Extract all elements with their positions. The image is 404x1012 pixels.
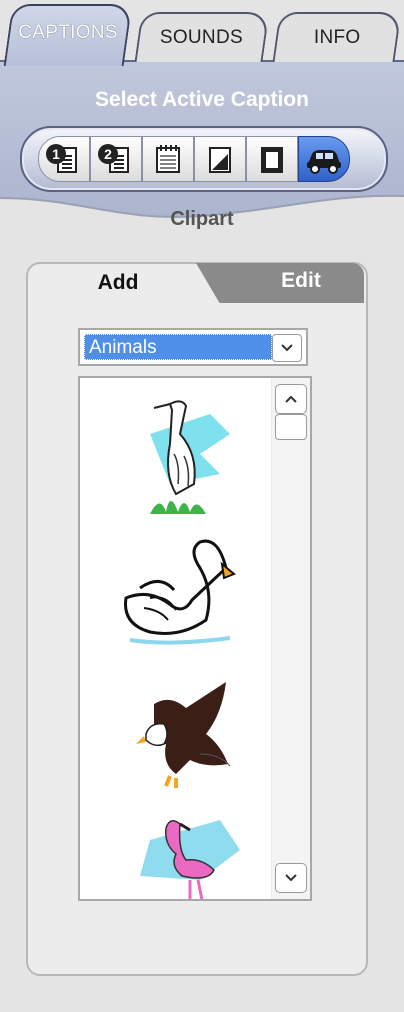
caption-2-button[interactable]: 2: [90, 136, 142, 182]
tab-sounds[interactable]: SOUNDS: [134, 12, 270, 62]
list-item[interactable]: [110, 528, 250, 668]
caption-selector: 1 2: [20, 126, 388, 192]
tab-edit-label: Edit: [281, 269, 321, 292]
tab-edit[interactable]: Edit: [196, 263, 364, 303]
tab-sounds-label: SOUNDS: [160, 27, 244, 48]
caption-2-icon: 2: [98, 144, 129, 173]
picture-caption-button[interactable]: [194, 136, 246, 182]
heron-clipart-icon: [150, 400, 230, 514]
dropdown-button[interactable]: [272, 334, 302, 362]
tab-info-label: INFO: [313, 27, 361, 48]
car-clipart-icon: [307, 150, 341, 174]
tab-captions-label: CAPTIONS: [18, 22, 119, 43]
scrollbar[interactable]: [271, 378, 310, 899]
chevron-up-icon: [285, 395, 297, 403]
clipart-caption-button[interactable]: [298, 136, 350, 182]
chevron-down-icon: [285, 874, 297, 882]
scroll-thumb[interactable]: [275, 414, 307, 440]
list-item[interactable]: [110, 674, 250, 804]
list-item[interactable]: [110, 810, 250, 899]
chevron-down-icon: [281, 344, 293, 352]
tab-captions[interactable]: CAPTIONS: [3, 4, 133, 66]
picture-caption-icon: [209, 147, 231, 173]
frame-caption-icon: [261, 147, 283, 173]
scroll-down-button[interactable]: [275, 863, 307, 893]
calendar-caption-button[interactable]: [142, 136, 194, 182]
frame-caption-button[interactable]: [246, 136, 298, 182]
swan-clipart-icon: [124, 539, 236, 645]
eagle-clipart-icon: [136, 682, 231, 788]
list-item[interactable]: [110, 394, 250, 524]
calendar-caption-icon: [156, 145, 180, 173]
tab-add[interactable]: Add: [28, 264, 208, 302]
header-title: Select Active Caption: [95, 88, 309, 111]
caption-1-button[interactable]: 1: [38, 136, 90, 182]
section-label: Clipart: [170, 208, 234, 230]
clipart-list[interactable]: [78, 376, 312, 901]
svg-text:1: 1: [52, 146, 60, 162]
tab-strip: CAPTIONS SOUNDS INFO: [0, 0, 404, 70]
flamingo-clipart-icon: [140, 820, 240, 899]
category-select[interactable]: Animals: [78, 328, 308, 366]
svg-text:2: 2: [104, 146, 112, 162]
category-select-value: Animals: [84, 334, 272, 360]
caption-1-icon: 1: [46, 144, 77, 173]
tab-add-label: Add: [97, 271, 139, 294]
tab-info[interactable]: INFO: [272, 12, 402, 62]
scroll-up-button[interactable]: [275, 384, 307, 414]
